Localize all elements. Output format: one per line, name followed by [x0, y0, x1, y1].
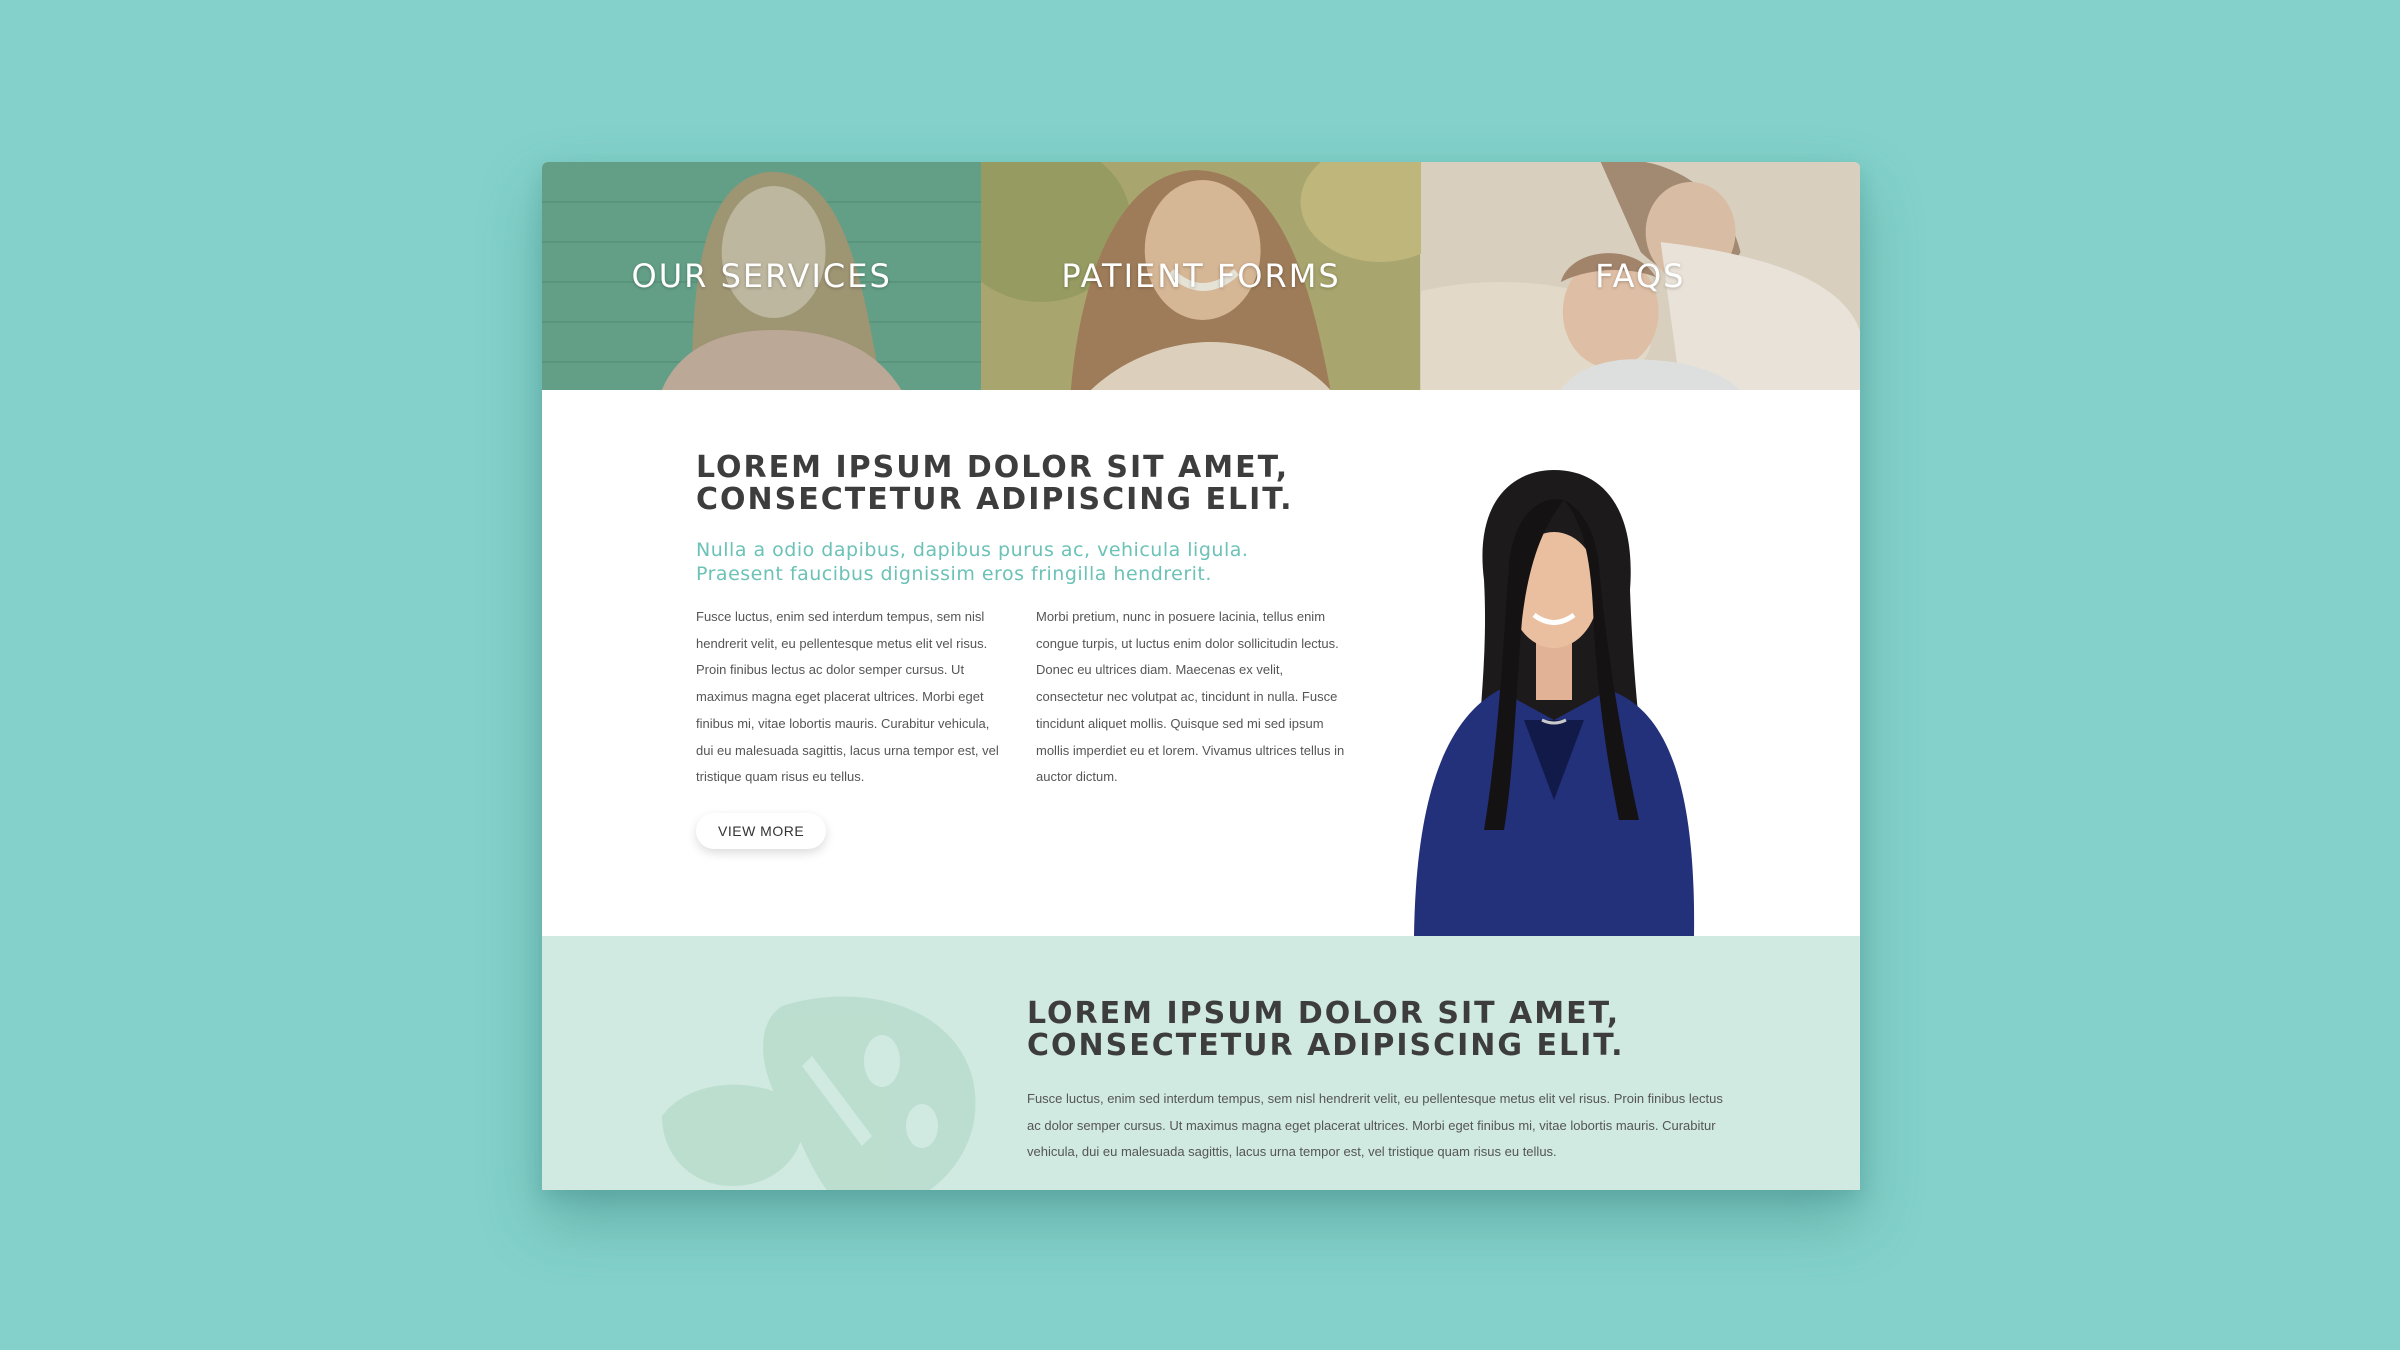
tile-label: PATIENT FORMS: [1061, 257, 1341, 295]
tile-patient-forms[interactable]: PATIENT FORMS: [981, 162, 1421, 390]
secondary-heading: LOREM IPSUM DOLOR SIT AMET, CONSECTETUR …: [1027, 998, 1727, 1062]
tile-label: OUR SERVICES: [631, 257, 892, 295]
view-more-button[interactable]: VIEW MORE: [696, 812, 827, 849]
tile-label: FAQS: [1595, 257, 1686, 295]
secondary-text: LOREM IPSUM DOLOR SIT AMET, CONSECTETUR …: [1027, 998, 1727, 1166]
intro-heading-line2: CONSECTETUR ADIPISCING ELIT.: [696, 482, 1294, 517]
secondary-section: LOREM IPSUM DOLOR SIT AMET, CONSECTETUR …: [542, 936, 1860, 1190]
intro-heading: LOREM IPSUM DOLOR SIT AMET, CONSECTETUR …: [696, 452, 1366, 516]
intro-column-1: Fusce luctus, enim sed interdum tempus, …: [696, 609, 999, 785]
intro-section: LOREM IPSUM DOLOR SIT AMET, CONSECTETUR …: [542, 390, 1860, 936]
intro-column-2: Morbi pretium, nunc in posuere lacinia, …: [1036, 609, 1345, 785]
secondary-body: Fusce luctus, enim sed interdum tempus, …: [1027, 1091, 1723, 1160]
intro-subtitle: Nulla a odio dapibus, dapibus purus ac, …: [696, 539, 1249, 585]
nav-tiles: OUR SERVICES PATIENT FORMS FAQS: [542, 162, 1860, 390]
doctor-portrait: [1414, 470, 1695, 936]
tile-our-services[interactable]: OUR SERVICES: [542, 162, 982, 390]
tile-faqs[interactable]: FAQS: [1420, 162, 1860, 390]
secondary-heading-line1: LOREM IPSUM DOLOR SIT AMET,: [1027, 996, 1621, 1031]
intro-text: LOREM IPSUM DOLOR SIT AMET, CONSECTETUR …: [696, 452, 1366, 849]
intro-heading-line1: LOREM IPSUM DOLOR SIT AMET,: [696, 450, 1290, 485]
intro-columns: Fusce luctus, enim sed interdum tempus, …: [696, 604, 1366, 791]
website-mockup: OUR SERVICES PATIENT FORMS FAQS LOREM IP…: [542, 162, 1860, 1190]
secondary-heading-line2: CONSECTETUR ADIPISCING ELIT.: [1027, 1028, 1625, 1063]
monstera-leaf-decoration: [662, 996, 976, 1190]
